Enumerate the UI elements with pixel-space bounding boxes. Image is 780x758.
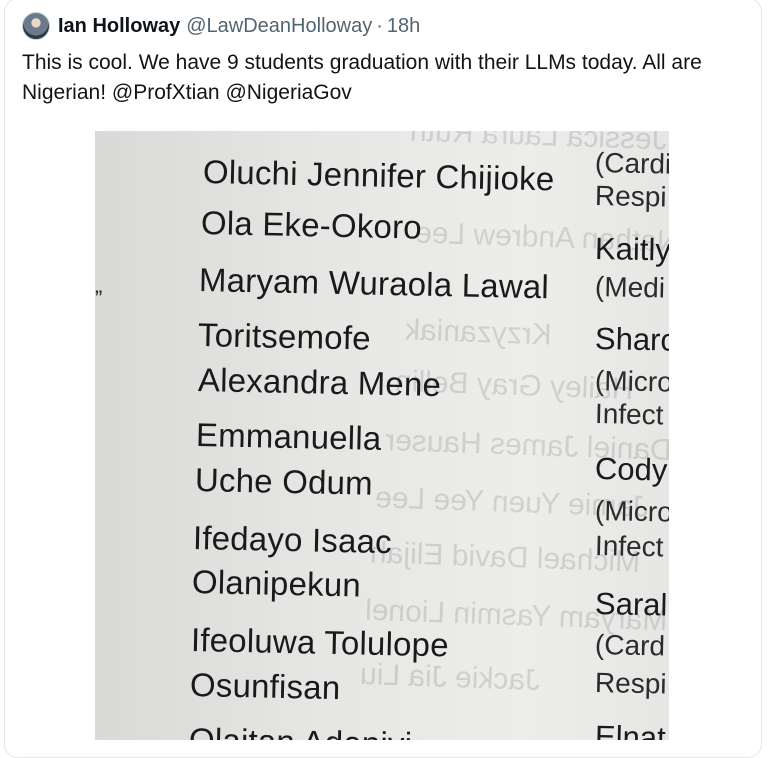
graduate-name: Ifedayo Isaac xyxy=(192,519,393,561)
program-text: (Micro xyxy=(594,365,669,398)
display-name[interactable]: Ian Holloway xyxy=(58,15,180,38)
graduate-name: Uche Odum xyxy=(194,461,374,502)
tweet-photo[interactable]: Jessica Laura Ruth Nathan Andrew Lee Krz… xyxy=(95,131,669,740)
program-text: (Micro xyxy=(594,495,669,528)
mention-profxtian[interactable]: @ProfXtian xyxy=(112,81,220,104)
graduate-name: Osunfisan xyxy=(189,666,341,707)
graduate-name: Ifeoluwa Tolulope xyxy=(190,621,450,664)
graduate-name: Sharc xyxy=(594,321,669,358)
graduate-name: Ola Eke-Okoro xyxy=(200,204,423,246)
avatar[interactable] xyxy=(22,12,50,40)
program-text: (Cardi xyxy=(594,147,669,180)
program-text: Infect xyxy=(594,530,664,563)
graduate-name: Olaitan Adeniyi xyxy=(189,721,413,740)
graduate-name: Cody xyxy=(594,451,668,488)
mention-nigeriagov[interactable]: @NigeriaGov xyxy=(225,81,351,104)
bleed-text: Jackie Jia Liu xyxy=(359,657,541,698)
graduate-name: Olanipekun xyxy=(191,563,362,604)
graduate-name: Oluchi Jennifer Chijioke xyxy=(202,153,555,198)
program-text: Respi xyxy=(594,667,667,700)
program-text: (Medi xyxy=(594,271,666,304)
graduate-name: Elnat xyxy=(594,719,667,740)
user-handle[interactable]: @LawDeanHolloway xyxy=(186,15,372,38)
separator-dot: · xyxy=(376,14,383,37)
photo-left-mark: ” xyxy=(95,286,103,311)
tweet-text: This is cool. We have 9 students graduat… xyxy=(22,48,742,108)
bleed-text: Krzyzaniak xyxy=(404,313,553,352)
graduate-name: Emmanuella xyxy=(195,416,382,457)
graduate-name: Kaitly xyxy=(594,231,669,268)
graduate-name: Saral xyxy=(594,586,668,623)
program-text: Respi xyxy=(594,180,667,213)
graduate-name: Alexandra Mene xyxy=(197,361,442,404)
graduate-name: Toritsemofe xyxy=(197,316,372,357)
timestamp[interactable]: 18h xyxy=(387,15,420,38)
graduate-name: Maryam Wuraola Lawal xyxy=(198,261,550,306)
program-text: Infect xyxy=(594,398,664,431)
tweet-header: Ian Holloway @LawDeanHolloway · 18h xyxy=(22,12,420,40)
program-text: (Card xyxy=(594,629,666,662)
